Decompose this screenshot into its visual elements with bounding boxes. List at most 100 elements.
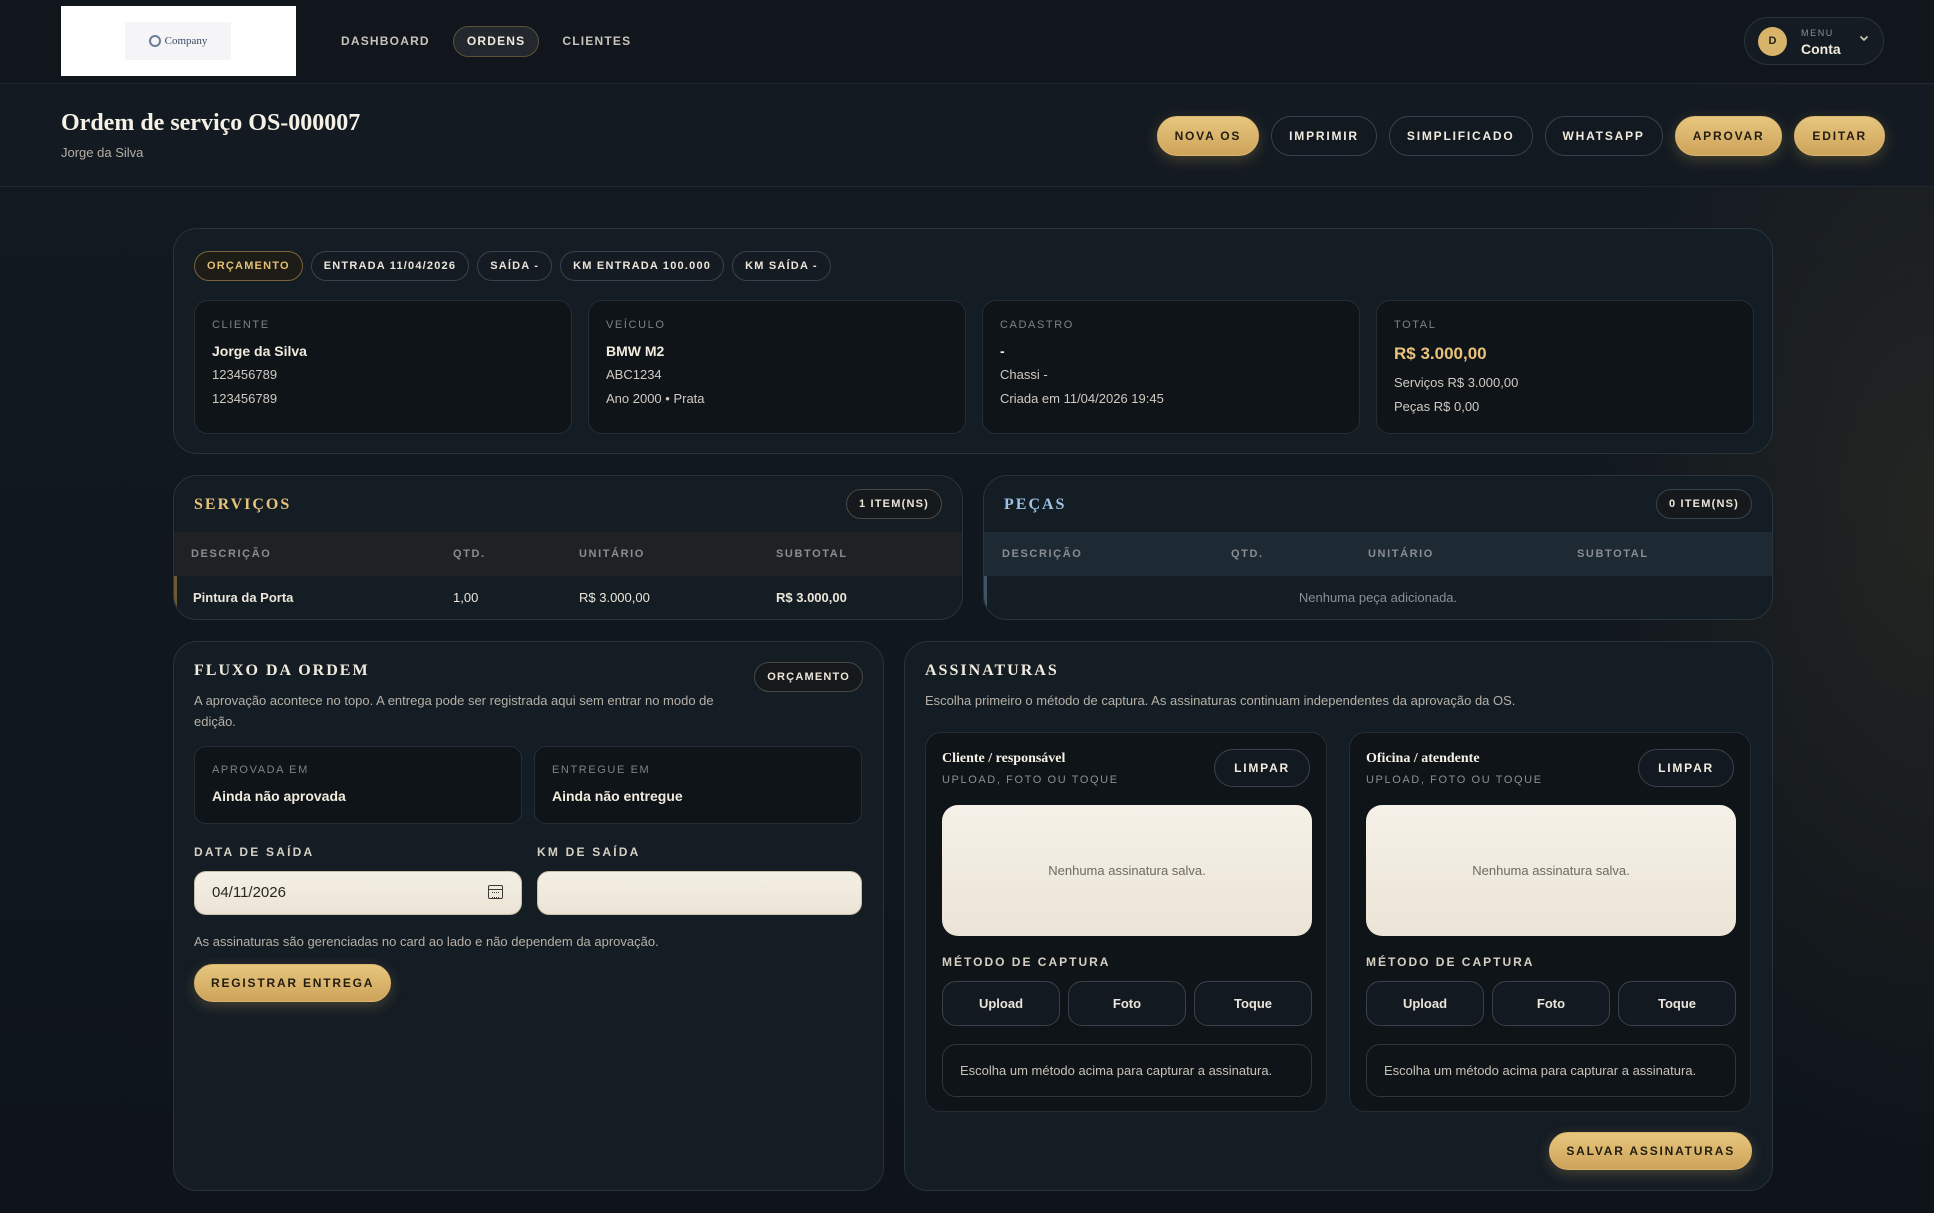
signature-panel-cliente: Cliente / responsável UPLOAD, FOTO OU TO… (925, 732, 1327, 1112)
row-unitario: R$ 3.000,00 (579, 590, 650, 605)
col-subtotal: SUBTOTAL (776, 548, 848, 560)
total-value: R$ 3.000,00 (1394, 344, 1487, 363)
fluxo-note: As assinaturas são gerenciadas no card a… (194, 934, 659, 949)
km-saida-label: KM DE SAÍDA (537, 845, 641, 859)
pecas-count-badge: 0 ITEM(NS) (1655, 489, 1752, 519)
upload-button[interactable]: Upload (942, 981, 1060, 1026)
veiculo-name: BMW M2 (606, 343, 665, 359)
veiculo-box: VEÍCULO BMW M2 ABC1234 Ano 2000 • Prata (588, 300, 966, 434)
col-qtd: QTD. (1231, 548, 1264, 560)
signature-panel-title: Cliente / responsável (942, 751, 1066, 766)
salvar-assinaturas-button[interactable]: SALVAR ASSINATURAS (1549, 1132, 1752, 1170)
signature-canvas[interactable]: Nenhuma assinatura salva. (942, 805, 1312, 936)
metodo-captura-label: MÉTODO DE CAPTURA (1366, 955, 1535, 969)
account-name: Conta (1801, 41, 1841, 57)
page-header: Ordem de serviço OS-000007 Jorge da Silv… (0, 85, 1934, 187)
simplificado-button[interactable]: SIMPLIFICADO (1388, 116, 1533, 156)
pecas-card: PEÇAS 0 ITEM(NS) DESCRIÇÃO QTD. UNITÁRIO… (983, 475, 1773, 620)
signature-panel-subtitle: UPLOAD, FOTO OU TOQUE (942, 774, 1119, 786)
summary-card: ORÇAMENTO ENTRADA 11/04/2026 SAÍDA - KM … (173, 228, 1773, 454)
imprimir-button[interactable]: IMPRIMIR (1271, 116, 1377, 156)
cliente-box: CLIENTE Jorge da Silva 123456789 1234567… (194, 300, 572, 434)
main-nav: DASHBOARD ORDENS CLIENTES (328, 26, 644, 57)
assinaturas-title: ASSINATURAS (925, 662, 1059, 679)
nav-clientes[interactable]: CLIENTES (549, 26, 644, 57)
cadastro-created: Criada em 11/04/2026 19:45 (1000, 391, 1164, 406)
cadastro-chassi: Chassi - (1000, 367, 1048, 382)
cliente-doc: 123456789 (212, 391, 278, 406)
foto-button[interactable]: Foto (1068, 981, 1186, 1026)
status-chips: ORÇAMENTO ENTRADA 11/04/2026 SAÍDA - KM … (194, 251, 831, 281)
upload-button[interactable]: Upload (1366, 981, 1484, 1026)
header-actions: NOVA OS IMPRIMIR SIMPLIFICADO WHATSAPP A… (1156, 116, 1885, 156)
page-subtitle: Jorge da Silva (61, 145, 144, 160)
toque-button[interactable]: Toque (1618, 981, 1736, 1026)
km-saida-chip: KM SAÍDA - (732, 251, 831, 281)
pecas-table-header: DESCRIÇÃO QTD. UNITÁRIO SUBTOTAL (984, 532, 1772, 576)
data-saida-value: 04/11/2026 (212, 884, 286, 901)
whatsapp-button[interactable]: WHATSAPP (1544, 116, 1663, 156)
pecas-empty-message: Nenhuma peça adicionada. (1298, 590, 1458, 605)
servicos-count-badge: 1 ITEM(NS) (845, 489, 942, 519)
entregue-value: Ainda não entregue (552, 788, 683, 804)
editar-button[interactable]: EDITAR (1794, 116, 1885, 156)
limpar-button[interactable]: LIMPAR (1214, 749, 1310, 787)
col-descricao: DESCRIÇÃO (191, 548, 272, 560)
toque-button[interactable]: Toque (1194, 981, 1312, 1026)
col-unitario: UNITÁRIO (579, 548, 645, 560)
account-menu-button[interactable]: D MENU Conta (1744, 17, 1884, 65)
servicos-card: SERVIÇOS 1 ITEM(NS) DESCRIÇÃO QTD. UNITÁ… (173, 475, 963, 620)
fluxo-description: A aprovação acontece no topo. A entrega … (194, 693, 714, 729)
nav-ordens[interactable]: ORDENS (452, 26, 540, 57)
chevron-down-icon (1859, 32, 1869, 46)
metodo-captura-label: MÉTODO DE CAPTURA (942, 955, 1111, 969)
col-subtotal: SUBTOTAL (1577, 548, 1649, 560)
row-subtotal: R$ 3.000,00 (776, 590, 847, 605)
servicos-table-header: DESCRIÇÃO QTD. UNITÁRIO SUBTOTAL (174, 532, 962, 576)
total-pecas: Peças R$ 0,00 (1394, 399, 1480, 414)
calendar-icon[interactable] (488, 885, 503, 899)
col-descricao: DESCRIÇÃO (1002, 548, 1083, 560)
veiculo-plate: ABC1234 (606, 367, 662, 382)
page-title: Ordem de serviço OS-000007 (61, 110, 361, 136)
nav-dashboard[interactable]: DASHBOARD (328, 26, 443, 57)
aprovar-button[interactable]: APROVAR (1674, 116, 1783, 156)
registrar-entrega-button[interactable]: REGISTRAR ENTREGA (194, 964, 392, 1002)
signature-panel-oficina: Oficina / atendente UPLOAD, FOTO OU TOQU… (1349, 732, 1751, 1112)
signature-hint: Escolha um método acima para capturar a … (942, 1044, 1312, 1097)
signature-canvas[interactable]: Nenhuma assinatura salva. (1366, 805, 1736, 936)
data-saida-label: DATA DE SAÍDA (194, 845, 315, 859)
data-saida-input[interactable]: 04/11/2026 (194, 871, 522, 915)
foto-button[interactable]: Foto (1492, 981, 1610, 1026)
total-box: TOTAL R$ 3.000,00 Serviços R$ 3.000,00 P… (1376, 300, 1754, 434)
km-entrada-chip: KM ENTRADA 100.000 (560, 251, 725, 281)
logo-text: Company (164, 35, 208, 47)
cadastro-value: - (1000, 343, 1005, 359)
assinaturas-description: Escolha primeiro o método de captura. As… (925, 693, 1516, 708)
logo-icon (148, 35, 161, 47)
col-qtd: QTD. (453, 548, 486, 560)
limpar-button[interactable]: LIMPAR (1638, 749, 1734, 787)
fluxo-status-badge: ORÇAMENTO (754, 662, 863, 692)
assinaturas-card: ASSINATURAS Escolha primeiro o método de… (904, 641, 1773, 1191)
status-badge: ORÇAMENTO (194, 251, 303, 281)
top-navbar: Company DASHBOARD ORDENS CLIENTES D MENU… (0, 0, 1934, 84)
cadastro-box: CADASTRO - Chassi - Criada em 11/04/2026… (982, 300, 1360, 434)
signature-panel-title: Oficina / atendente (1366, 751, 1480, 766)
signature-hint: Escolha um método acima para capturar a … (1366, 1044, 1736, 1097)
table-row[interactable]: Pintura da Porta 1,00 R$ 3.000,00 R$ 3.0… (174, 576, 962, 619)
km-saida-input[interactable] (537, 871, 862, 915)
company-logo[interactable]: Company (61, 6, 296, 76)
fluxo-title: FLUXO DA ORDEM (194, 662, 370, 679)
servicos-title: SERVIÇOS (194, 496, 292, 513)
aprovada-box: APROVADA EM Ainda não aprovada (194, 746, 522, 824)
entregue-box: ENTREGUE EM Ainda não entregue (534, 746, 862, 824)
nova-os-button[interactable]: NOVA OS (1156, 116, 1260, 156)
pecas-title: PEÇAS (1004, 496, 1067, 513)
cliente-phone: 123456789 (212, 367, 278, 382)
total-servicos: Serviços R$ 3.000,00 (1394, 375, 1519, 390)
row-descricao: Pintura da Porta (193, 590, 294, 605)
cliente-name: Jorge da Silva (212, 343, 307, 359)
fluxo-card: FLUXO DA ORDEM ORÇAMENTO A aprovação aco… (173, 641, 884, 1191)
signature-panel-subtitle: UPLOAD, FOTO OU TOQUE (1366, 774, 1543, 786)
